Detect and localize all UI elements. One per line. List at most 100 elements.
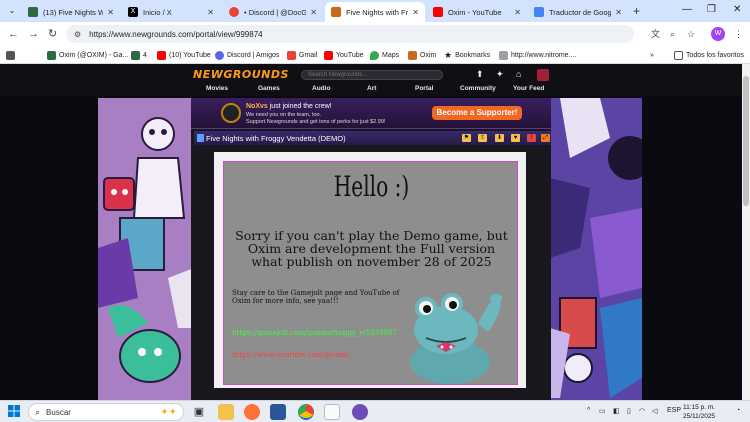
windows-start-icon[interactable] — [8, 405, 20, 417]
url-text: https://www.newgrounds.com/portal/view/9… — [89, 29, 263, 39]
new-tab-button[interactable]: + — [633, 4, 640, 18]
bookmarks-bar: Oxim (@OXIM) - Ga... 4 (10) YouTube Disc… — [0, 46, 750, 64]
content-column: NoXvs just joined the crew! We need you … — [191, 98, 551, 400]
bookmark-youtube[interactable]: YouTube — [324, 49, 364, 61]
task-view-icon[interactable]: ▣ — [191, 404, 207, 420]
bookmarks-overflow-icon[interactable]: » — [650, 49, 654, 61]
bookmark-maps[interactable]: Maps — [370, 49, 399, 61]
youtube-icon — [157, 50, 166, 60]
back-icon[interactable]: ← — [8, 27, 19, 41]
gmail-icon — [287, 50, 296, 60]
newgrounds-logo[interactable]: NEWGROUNDS — [193, 68, 289, 81]
bookmark-star-icon[interactable]: ☆ — [687, 28, 695, 40]
all-bookmarks[interactable]: Todos los favoritos — [674, 49, 744, 61]
bookmark-oxim[interactable]: Oxim — [408, 49, 436, 61]
bookmark-site-icon — [47, 50, 56, 60]
nav-audio[interactable]: Audio — [312, 85, 330, 92]
share-icon[interactable]: ⇪ — [478, 134, 487, 142]
volume-icon[interactable]: ◁ — [652, 407, 657, 415]
tab-search-icon[interactable]: ⌄ — [6, 5, 18, 17]
notification-icon[interactable]: ◔ — [736, 407, 740, 414]
tray-overflow-icon[interactable]: ^ — [587, 407, 590, 414]
tab-five-nights-froggy[interactable]: Five Nights with Frogg ✕ — [325, 2, 425, 22]
background-art-right — [550, 98, 642, 400]
bookmark-nitrome[interactable]: http://www.nitrome.... — [499, 49, 576, 61]
nav-art[interactable]: Art — [367, 85, 376, 92]
become-supporter-button[interactable]: Become a Supporter! — [432, 106, 522, 120]
gamejolt-link[interactable]: https://gamejolt.com/games/froggy_v/1039… — [232, 329, 397, 337]
promo-username[interactable]: NoXvs — [246, 103, 268, 110]
bookmark-10-youtube[interactable]: (10) YouTube — [157, 49, 211, 61]
minimize-icon[interactable]: — — [682, 3, 692, 17]
chrome-icon[interactable] — [298, 404, 314, 420]
forward-icon[interactable]: → — [28, 27, 39, 41]
close-icon[interactable]: ✕ — [514, 8, 521, 17]
report-icon[interactable]: ! — [527, 134, 536, 142]
scrollbar-thumb[interactable] — [743, 76, 749, 206]
address-bar[interactable]: ⚙ https://www.newgrounds.com/portal/view… — [66, 25, 634, 43]
bookmark-bookmarks[interactable]: ★ Bookmarks — [444, 49, 490, 61]
menu-icon[interactable]: ⋮ — [734, 28, 743, 40]
favorite-icon[interactable]: ♥ — [511, 134, 520, 142]
fullscreen-icon[interactable]: ⤢ — [541, 134, 550, 142]
upload-icon[interactable]: ⬆ — [476, 69, 484, 79]
tab-discord[interactable]: • Discord | @DocGleb ✕ — [223, 2, 323, 22]
zoom-icon[interactable]: ⌕ — [670, 28, 675, 40]
user-avatar[interactable] — [537, 69, 549, 81]
bookmark-label: Oxim — [420, 51, 437, 59]
firefox-icon[interactable] — [244, 404, 260, 420]
word-icon[interactable] — [270, 404, 286, 420]
file-explorer-icon[interactable] — [218, 404, 234, 420]
close-icon[interactable]: ✕ — [107, 8, 114, 17]
translate-page-icon[interactable]: 文 — [651, 28, 660, 40]
bookmark-gmail[interactable]: Gmail — [287, 49, 317, 61]
close-window-icon[interactable]: ✕ — [733, 3, 741, 17]
profile-avatar[interactable]: W — [711, 27, 725, 41]
discord-icon — [215, 50, 224, 60]
youtube-link[interactable]: https://www.youtube.com/@oxim_ — [232, 351, 352, 359]
tray-icon[interactable]: ▯ — [627, 407, 631, 415]
bookmark-4[interactable]: 4 — [131, 49, 147, 61]
clock[interactable]: 11:15 p. m. 25/11/2025 — [683, 403, 715, 421]
user-avatar — [221, 103, 241, 123]
taskbar-search[interactable]: ⌕ Buscar ✦✦ — [28, 403, 184, 421]
folder-icon — [674, 50, 683, 60]
bookmark-discord-amigos[interactable]: Discord | Amigos — [215, 49, 279, 61]
nav-games[interactable]: Games — [258, 85, 280, 92]
tab-five-nights-with[interactable]: (13) Five Nights With ✕ — [22, 2, 120, 22]
close-icon[interactable]: ✕ — [310, 8, 317, 17]
star-icon: ★ — [444, 49, 453, 60]
tray-icon[interactable]: ◧ — [613, 407, 620, 415]
reload-icon[interactable]: ↻ — [48, 27, 57, 41]
newgrounds-icon — [331, 7, 341, 17]
close-icon[interactable]: ✕ — [615, 8, 622, 17]
background-art-left — [98, 98, 194, 400]
game-canvas[interactable]: Hello :) Sorry if you can't play the Dem… — [223, 161, 518, 385]
wifi-icon[interactable]: ◠ — [639, 407, 645, 415]
download-icon[interactable]: ⬇ — [495, 134, 504, 142]
site-search-input[interactable]: Search Newgrounds... — [301, 70, 443, 80]
page-scrollbar[interactable] — [742, 64, 750, 400]
app-icon[interactable] — [352, 404, 368, 420]
tab-traductor[interactable]: Traductor de Google ✕ — [528, 2, 628, 22]
promo-line: We need you on the team, too. — [246, 112, 322, 118]
notepad-icon[interactable] — [324, 404, 340, 420]
supporter-banner: NoXvs just joined the crew! We need you … — [191, 98, 551, 129]
tab-oxim-youtube[interactable]: Oxim - YouTube ✕ — [427, 2, 527, 22]
community-icon[interactable]: ✦ — [496, 69, 504, 79]
site-info-icon[interactable]: ⚙ — [74, 30, 81, 39]
apps-icon[interactable] — [6, 49, 18, 61]
flag-icon[interactable]: ⚑ — [462, 134, 471, 142]
nav-portal[interactable]: Portal — [415, 85, 433, 92]
nav-community[interactable]: Community — [460, 85, 496, 92]
restore-icon[interactable]: ❐ — [707, 3, 716, 17]
bookmark-oxim-ga[interactable]: Oxim (@OXIM) - Ga... — [47, 49, 128, 61]
nav-your-feed[interactable]: Your Feed — [513, 85, 544, 92]
language-indicator[interactable]: ESP — [667, 407, 681, 414]
close-icon[interactable]: ✕ — [412, 8, 419, 17]
home-icon[interactable]: ⌂ — [516, 69, 521, 79]
nav-movies[interactable]: Movies — [206, 85, 228, 92]
tray-app-icon[interactable]: ▭ — [599, 407, 606, 415]
close-icon[interactable]: ✕ — [207, 8, 214, 17]
tab-inicio-x[interactable]: X Inicio / X ✕ — [122, 2, 220, 22]
